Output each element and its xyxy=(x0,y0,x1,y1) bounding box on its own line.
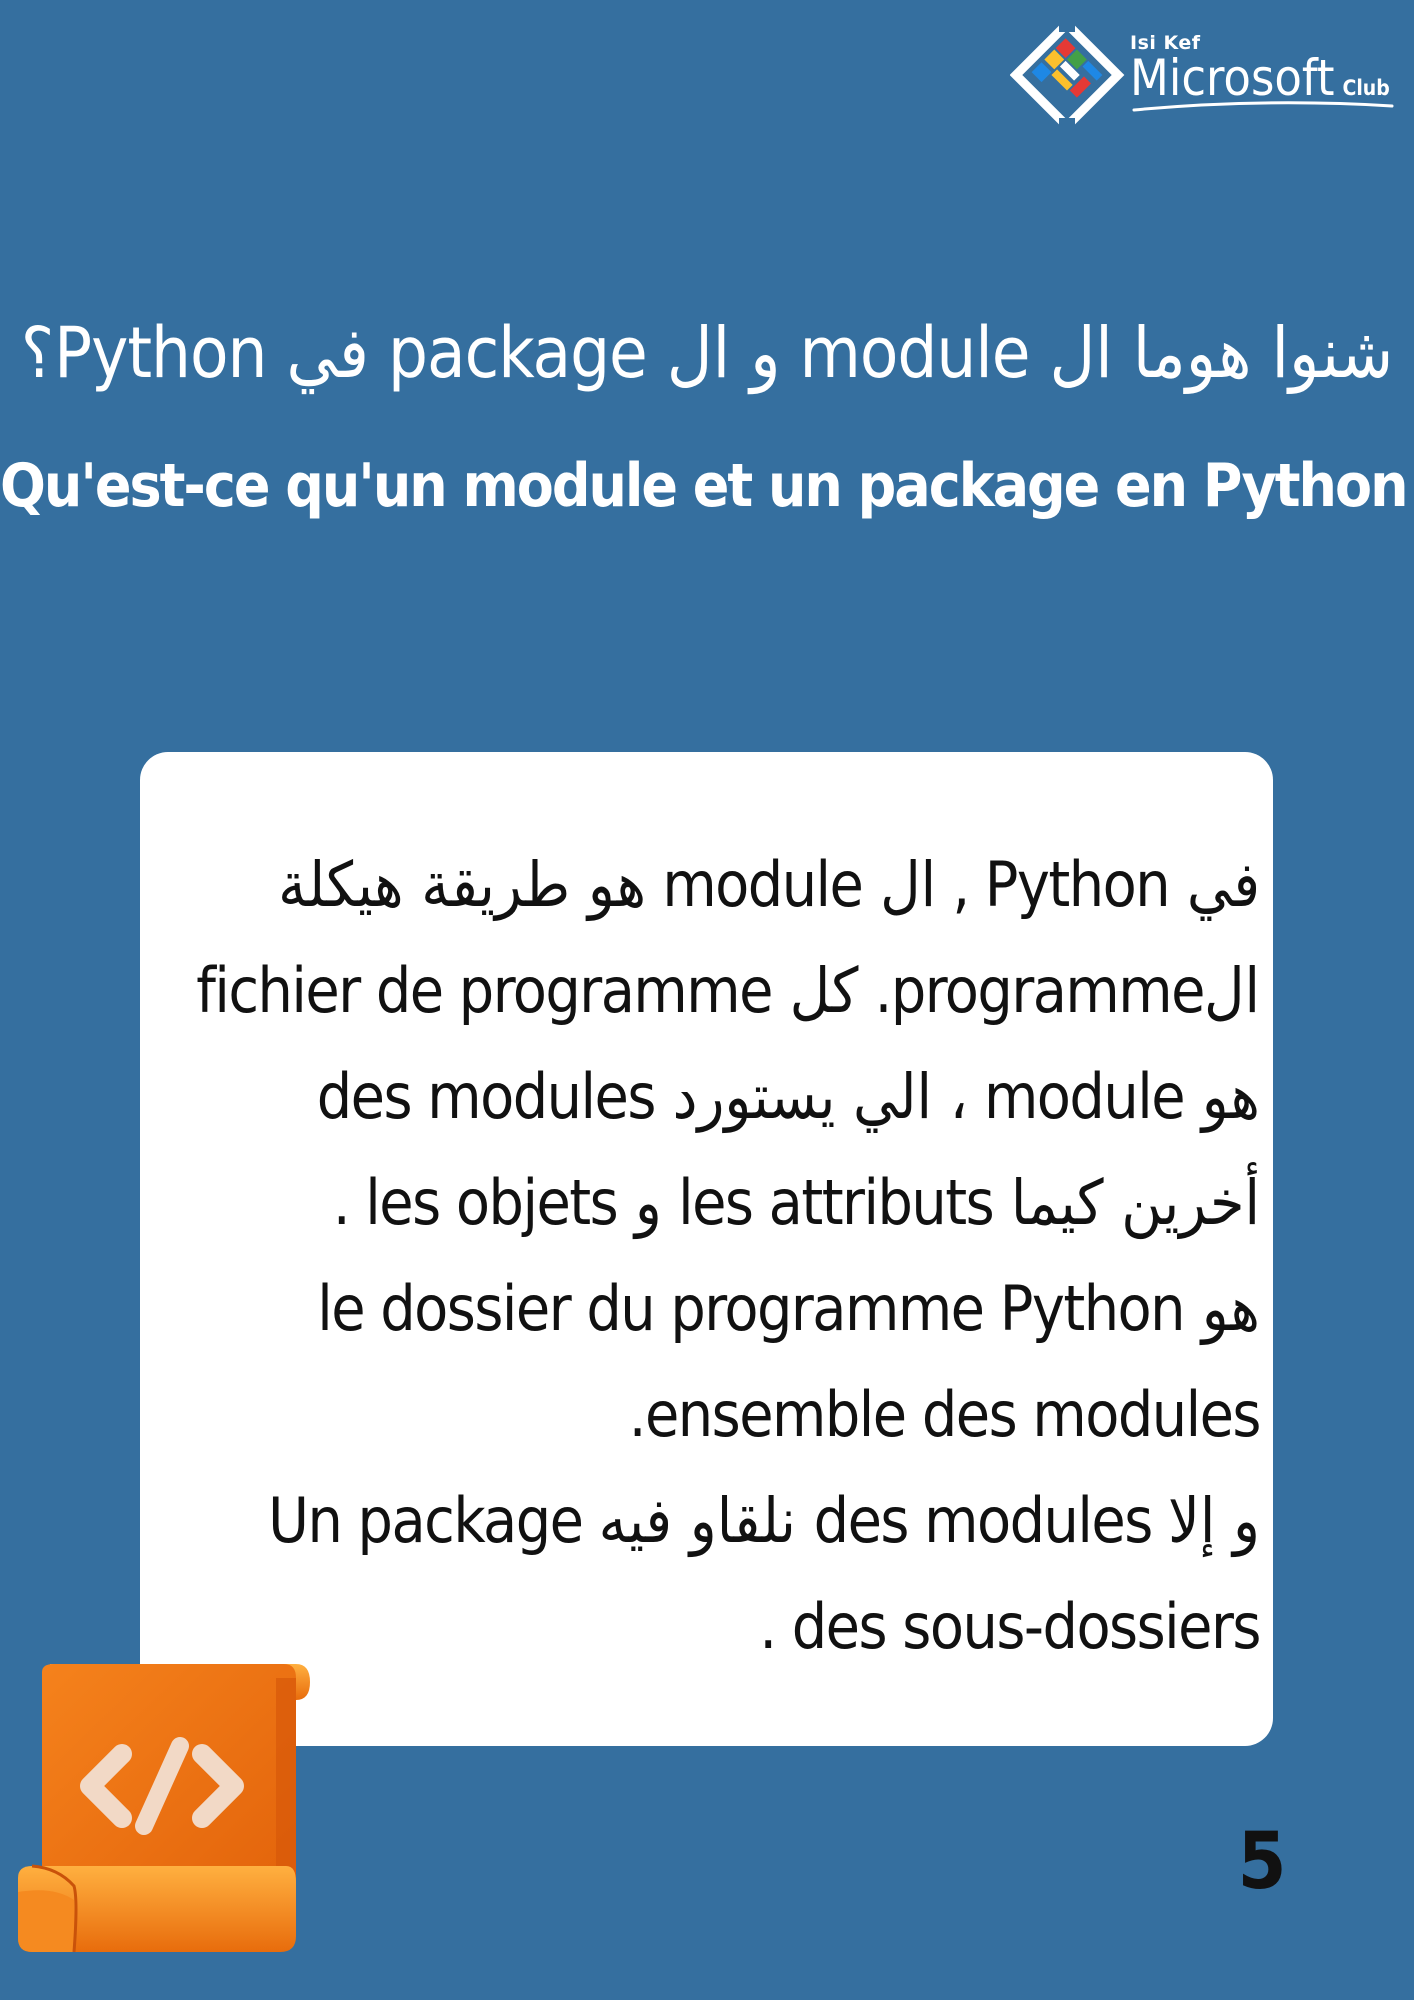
logo-swoosh xyxy=(1132,101,1394,112)
microsoft-club-logo-icon xyxy=(1010,18,1125,133)
card-line: . des sous-dossiers xyxy=(759,1590,1261,1663)
card-line: Un package نلقاو فيه des modules و إلا xyxy=(268,1484,1261,1557)
card-line: .ensemble des modules xyxy=(628,1378,1262,1451)
page-number: 5 xyxy=(1237,1817,1287,1907)
card-line: أخرين كيما les attributs و les objets . xyxy=(332,1166,1262,1239)
club-logo: Isi Kef Microsoft Club xyxy=(1010,18,1395,133)
card-line: في Python , ال module هو طريقة هيكلة xyxy=(278,848,1261,921)
title-french: Qu'est-ce qu'un module et un package en … xyxy=(0,451,1414,521)
code-scroll-icon xyxy=(18,1664,310,1953)
card-body: في Python , ال module هو طريقة هيكلة الp… xyxy=(196,832,1262,1680)
card-line: هو le dossier du programme Python xyxy=(317,1272,1261,1345)
title-arabic: شنوا هوما ال module و ال package في Pyth… xyxy=(20,312,1395,394)
content-card: في Python , ال module هو طريقة هيكلة الp… xyxy=(140,752,1273,1746)
card-line: هو module ، الي يستورد des modules xyxy=(316,1060,1262,1133)
card-line: الprogramme. كل fichier de programme xyxy=(196,954,1261,1027)
